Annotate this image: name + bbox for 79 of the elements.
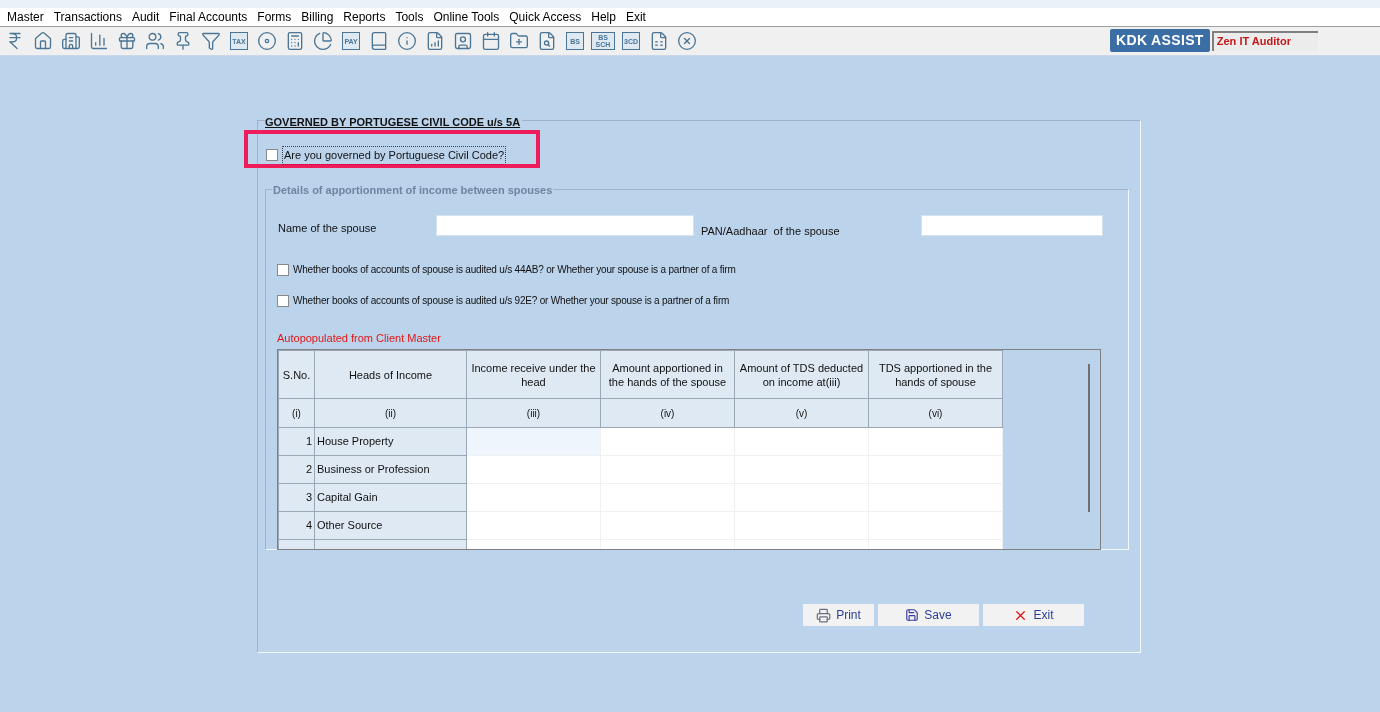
serial-cell: 2 — [278, 455, 315, 484]
spouse-name-label: Name of the spouse — [278, 221, 377, 236]
calendar-icon — [481, 31, 501, 51]
amount-cell[interactable] — [734, 427, 869, 456]
spreadsheet-icon — [649, 31, 669, 51]
menu-item[interactable]: Exit — [620, 8, 651, 26]
menu-item[interactable]: Quick Access — [504, 8, 587, 26]
close-icon — [677, 31, 697, 51]
toolbar-button[interactable] — [143, 30, 167, 52]
column-number: (iv) — [600, 398, 735, 428]
amount-cell[interactable] — [868, 427, 1003, 456]
gift-icon — [117, 31, 137, 51]
serial-cell: 1 — [278, 427, 315, 456]
printer-icon — [816, 607, 832, 623]
toolbar-button[interactable] — [255, 30, 279, 52]
amount-cell[interactable] — [600, 427, 735, 456]
amount-cell[interactable] — [868, 455, 1003, 484]
menu-item[interactable]: Transactions — [48, 8, 127, 26]
assist-button[interactable]: KDK ASSIST — [1110, 29, 1210, 52]
menu-item[interactable]: Billing — [296, 8, 339, 26]
menu-item[interactable]: Audit — [126, 8, 165, 26]
toolbar-button[interactable] — [395, 30, 419, 52]
pan-label: PAN/Aadhaar of the spouse — [701, 224, 840, 239]
menu-item[interactable]: Online Tools — [428, 8, 505, 26]
product-label: Zen IT Auditor — [1211, 30, 1318, 51]
column-header: Amount apportioned in the hands of the spouse — [600, 350, 735, 399]
amount-cell[interactable] — [466, 427, 601, 456]
exit-button[interactable]: Exit — [983, 604, 1084, 626]
column-header: Heads of Income — [314, 350, 467, 399]
column-number: (iii) — [466, 398, 601, 428]
menu-item[interactable]: Reports — [338, 8, 391, 26]
amount-cell[interactable] — [466, 483, 601, 512]
column-number: (i) — [278, 398, 315, 428]
income-head-cell: House Property — [314, 427, 467, 456]
save-button[interactable]: Save — [878, 604, 979, 626]
menu-item[interactable]: Tools — [390, 8, 429, 26]
toolbar-button[interactable] — [59, 30, 83, 52]
document-search-icon — [537, 31, 557, 51]
amount-cell[interactable] — [466, 455, 601, 484]
column-header: Income receive under the head — [466, 350, 601, 399]
column-number: (vi) — [868, 398, 1003, 428]
serial-cell: 3 — [278, 483, 315, 512]
toolbar-button[interactable] — [199, 30, 223, 52]
income-head-cell: Other Source — [314, 511, 467, 540]
autopopulated-note: Autopopulated from Client Master — [277, 331, 441, 346]
serial-cell: 4 — [278, 511, 315, 540]
column-header: Amount of TDS deducted on income at(iii) — [734, 350, 869, 399]
column-number: (ii) — [314, 398, 467, 428]
calculator-icon — [285, 31, 305, 51]
menu-item[interactable]: Final Accounts — [164, 8, 253, 26]
home-icon — [33, 31, 53, 51]
income-head-cell: Capital Gain — [314, 483, 467, 512]
toolbar-button[interactable] — [311, 30, 335, 52]
folder-icon — [509, 31, 529, 51]
menu-item[interactable]: Help — [586, 8, 621, 26]
building-icon — [61, 31, 81, 51]
filter-icon — [201, 31, 221, 51]
column-header: TDS apportioned in the hands of spouse — [868, 350, 1003, 399]
report-icon — [425, 31, 445, 51]
amount-cell[interactable] — [868, 511, 1003, 540]
column-header: S.No. — [278, 350, 315, 399]
user-card-icon — [453, 31, 473, 51]
column-number: (v) — [734, 398, 869, 428]
toolbar-button[interactable] — [675, 30, 699, 52]
save-icon — [905, 608, 920, 622]
disc-icon — [257, 31, 277, 51]
amount-cell[interactable] — [868, 483, 1003, 512]
question-label[interactable]: Are you governed by Portuguese Civil Code? — [282, 146, 507, 165]
book-icon — [369, 31, 389, 51]
users-icon — [145, 31, 165, 51]
menu-item[interactable]: Forms — [252, 8, 297, 26]
menu-item[interactable]: Master — [2, 8, 49, 26]
info-icon — [397, 31, 417, 51]
income-head-cell: Business or Profession — [314, 455, 467, 484]
checkbox[interactable] — [266, 149, 278, 162]
amount-cell[interactable] — [466, 511, 601, 540]
print-button[interactable]: Print — [803, 604, 874, 626]
bar-chart-icon — [89, 31, 109, 51]
pie-chart-icon — [313, 31, 333, 51]
